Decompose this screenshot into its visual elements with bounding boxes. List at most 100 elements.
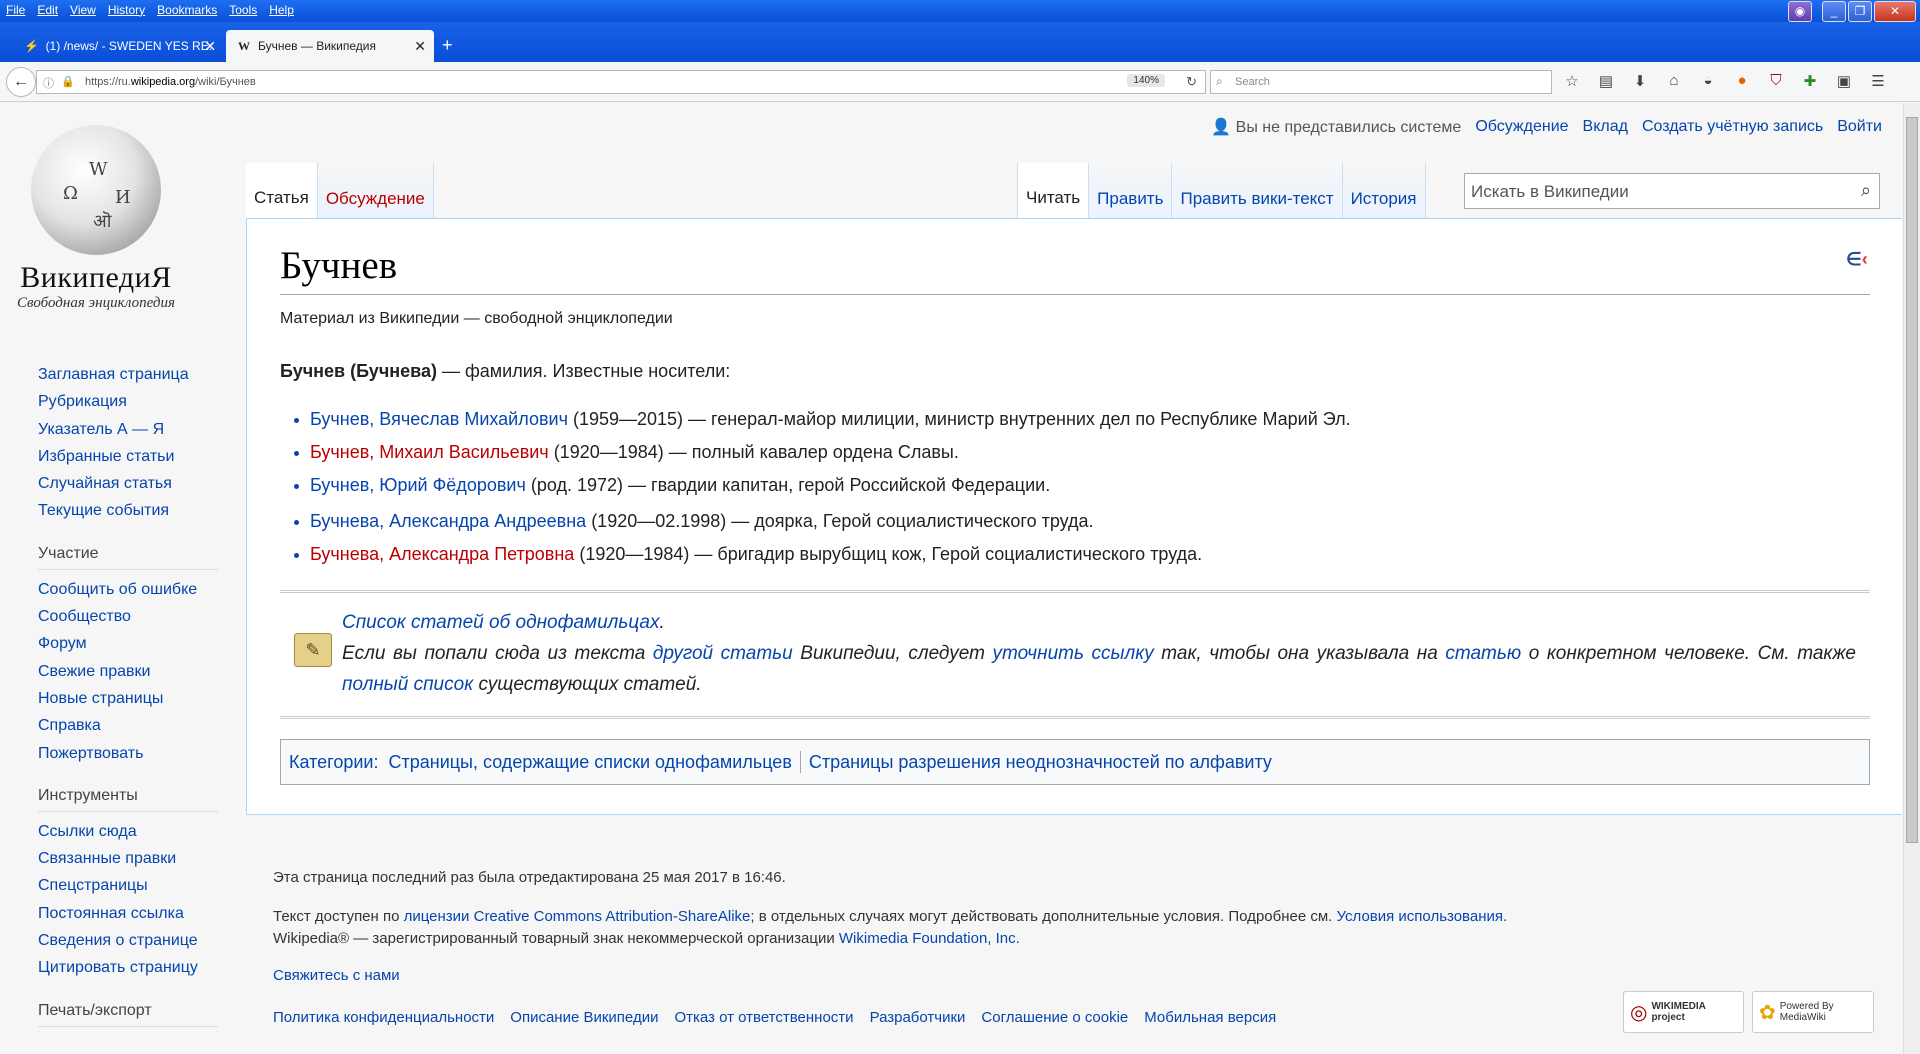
lock-icon[interactable]: 🔒 <box>61 75 75 88</box>
zoom-indicator[interactable]: 140% <box>1127 74 1165 87</box>
lead-bold: Бучнев (Бучнева) <box>280 361 437 381</box>
full-list-link[interactable]: полный список <box>342 674 473 695</box>
logo-tagline: Свободная энциклопедия <box>17 295 175 311</box>
sidebar-item-page-info[interactable]: Сведения о странице <box>38 927 218 954</box>
back-button[interactable]: ← <box>6 67 36 97</box>
sidebar-item-forum[interactable]: Форум <box>38 630 218 657</box>
category-link[interactable]: Страницы разрешения неоднозначностей по … <box>809 752 1272 773</box>
sidebar-item-new-pages[interactable]: Новые страницы <box>38 685 218 712</box>
wikimedia-foundation-link[interactable]: Wikimedia Foundation, Inc. <box>839 930 1020 947</box>
wiki-search-input[interactable]: Искать в Википедии ⌕ <box>1464 173 1880 209</box>
ublock-icon[interactable]: ⛉ <box>1766 72 1786 90</box>
sidebar-item-index[interactable]: Указатель А — Я <box>38 416 218 443</box>
close-tab-icon[interactable]: ✕ <box>414 38 426 55</box>
tab-edit[interactable]: Править <box>1089 163 1173 219</box>
menu-tools[interactable]: Tools <box>229 3 257 17</box>
footer-cookie-link[interactable]: Соглашение о cookie <box>981 1009 1128 1026</box>
extension-orange-icon[interactable]: ● <box>1732 72 1752 90</box>
bookmark-star-icon[interactable]: ☆ <box>1562 72 1582 90</box>
tab-read[interactable]: Читать <box>1017 163 1090 219</box>
search-icon[interactable]: ⌕ <box>1861 180 1871 201</box>
login-link[interactable]: Войти <box>1837 118 1882 136</box>
mediawiki-badge[interactable]: ✿ Powered By MediaWiki <box>1752 991 1874 1033</box>
sidebar-item-cite[interactable]: Цитировать страницу <box>38 954 218 981</box>
contact-link[interactable]: Свяжитесь с нами <box>273 967 400 984</box>
footer-privacy-link[interactable]: Политика конфиденциальности <box>273 1009 494 1026</box>
info-icon[interactable]: ⓘ <box>43 75 54 91</box>
sidebar-item-random[interactable]: Случайная статья <box>38 470 218 497</box>
page-scrollbar[interactable] <box>1903 103 1920 1054</box>
tab-news[interactable]: ⚡ (1) /news/ - SWEDEN YES RE... ✕ <box>14 30 224 62</box>
reload-icon[interactable]: ↻ <box>1186 74 1197 90</box>
scrollbar-thumb[interactable] <box>1906 117 1918 843</box>
sidebar-item-current-events[interactable]: Текущие события <box>38 497 218 524</box>
wiki-search-placeholder: Искать в Википедии <box>1471 182 1629 201</box>
menu-help[interactable]: Help <box>269 3 294 17</box>
create-account-link[interactable]: Создать учётную запись <box>1642 118 1823 136</box>
other-article-link[interactable]: другой статьи <box>653 643 793 664</box>
sidebar-item-main-page[interactable]: Заглавная страница <box>38 361 218 388</box>
language-switch-icon[interactable]: ∈‹ <box>1846 249 1868 270</box>
article-link[interactable]: статью <box>1445 643 1521 664</box>
footer-text: Wikipedia® — зарегистрированный товарный… <box>273 930 839 947</box>
sidebar-item-featured[interactable]: Избранные статьи <box>38 443 218 470</box>
category-separator <box>799 751 801 773</box>
person-link[interactable]: Бучнева, Александра Андреевна <box>310 511 586 531</box>
sidebar-item-community[interactable]: Сообщество <box>38 603 218 630</box>
personal-talk-link[interactable]: Обсуждение <box>1475 118 1568 136</box>
mediawiki-logo-icon: ✿ <box>1759 1001 1776 1024</box>
tab-history[interactable]: История <box>1342 163 1426 219</box>
url-bar[interactable]: ⓘ 🔒 https://ru.wikipedia.org/wiki/Бучнев… <box>36 70 1206 94</box>
sidebar-item-report-error[interactable]: Сообщить об ошибке <box>38 576 218 603</box>
categories-label[interactable]: Категории: <box>289 752 378 773</box>
reading-list-icon[interactable]: ▤ <box>1596 72 1616 90</box>
personal-contributions-link[interactable]: Вклад <box>1583 118 1628 136</box>
menu-view[interactable]: View <box>70 3 96 17</box>
person-link-missing[interactable]: Бучнев, Михаил Васильевич <box>310 442 549 462</box>
wikipedia-logo[interactable]: W Ω И ऒ ВикипедиЯ Свободная энциклопедия <box>16 117 176 317</box>
footer-developers-link[interactable]: Разработчики <box>870 1009 966 1026</box>
tab-article[interactable]: Статья <box>246 163 318 219</box>
sidebar-item-permalink[interactable]: Постоянная ссылка <box>38 900 218 927</box>
sidebar-item-what-links-here[interactable]: Ссылки сюда <box>38 818 218 845</box>
person-link-missing[interactable]: Бучнева, Александра Петровна <box>310 544 574 564</box>
restore-button[interactable]: ❐ <box>1848 1 1872 22</box>
category-link[interactable]: Страницы, содержащие списки однофамильце… <box>388 752 791 773</box>
terms-link[interactable]: Условия использования. <box>1337 908 1508 925</box>
sidebar-item-help[interactable]: Справка <box>38 712 218 739</box>
minimize-button[interactable]: _ <box>1822 1 1846 22</box>
close-window-button[interactable]: ✕ <box>1874 1 1916 22</box>
license-link[interactable]: лицензии Creative Commons Attribution-Sh… <box>404 908 751 925</box>
menu-file[interactable]: File <box>6 3 25 17</box>
new-tab-button[interactable]: + <box>442 35 453 56</box>
footer-about-link[interactable]: Описание Википедии <box>510 1009 658 1026</box>
fix-link-link[interactable]: уточнить ссылку <box>992 643 1153 664</box>
download-icon[interactable]: ⬇ <box>1630 72 1650 90</box>
sidebar-item-donate[interactable]: Пожертвовать <box>38 740 218 767</box>
menu-history[interactable]: History <box>108 3 145 17</box>
browser-search-input[interactable]: ⌕ Search <box>1210 70 1552 94</box>
contact-link-text[interactable]: Свяжитесь с нами <box>273 967 400 984</box>
menu-bookmarks[interactable]: Bookmarks <box>157 3 217 17</box>
extension-green-icon[interactable]: ✚ <box>1800 72 1820 90</box>
wikimedia-project-badge[interactable]: ◎ WIKIMEDIA project <box>1623 991 1744 1033</box>
namesakes-list-link[interactable]: Список статей об однофамильцах <box>342 612 660 633</box>
url-text[interactable]: https://ru.wikipedia.org/wiki/Бучнев <box>85 76 256 88</box>
close-tab-icon[interactable]: ✕ <box>204 38 216 55</box>
footer-disclaimer-link[interactable]: Отказ от ответственности <box>674 1009 853 1026</box>
sidebar-item-special-pages[interactable]: Спецстраницы <box>38 872 218 899</box>
home-icon[interactable]: ⌂ <box>1664 72 1684 90</box>
tab-talk[interactable]: Обсуждение <box>317 163 434 219</box>
menu-edit[interactable]: Edit <box>37 3 58 17</box>
tab-edit-source[interactable]: Править вики-текст <box>1172 163 1343 219</box>
person-link[interactable]: Бучнев, Юрий Фёдорович <box>310 475 526 495</box>
person-link[interactable]: Бучнев, Вячеслав Михайлович <box>310 409 568 429</box>
extension-dark-icon[interactable]: ▣ <box>1834 72 1854 90</box>
pocket-icon[interactable]: ◒ <box>1698 72 1718 90</box>
footer-mobile-link[interactable]: Мобильная версия <box>1144 1009 1276 1026</box>
tab-wikipedia[interactable]: W Бучнев — Википедия ✕ <box>226 30 434 62</box>
sidebar-item-rubrics[interactable]: Рубрикация <box>38 388 218 415</box>
sidebar-item-related-changes[interactable]: Связанные правки <box>38 845 218 872</box>
hamburger-menu-icon[interactable]: ☰ <box>1868 72 1888 90</box>
sidebar-item-recent-changes[interactable]: Свежие правки <box>38 658 218 685</box>
